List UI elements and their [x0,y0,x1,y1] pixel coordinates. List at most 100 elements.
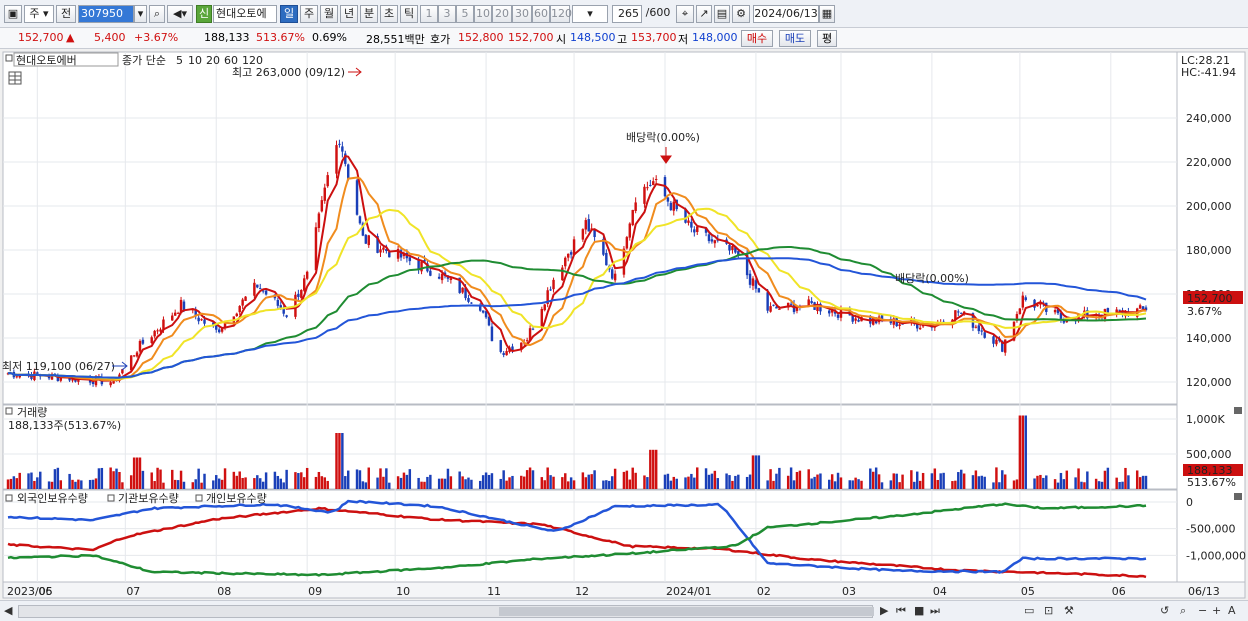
volume-bar [176,480,180,489]
chart-scrollbar[interactable] [18,605,874,618]
candle-body [305,271,309,279]
volume-bar [420,481,423,489]
draw-icon[interactable]: ↗ [696,5,712,23]
x-axis-tick: 04 [933,585,947,598]
volume-bar [959,469,963,489]
volume-bar [713,470,717,489]
period-tab-year[interactable]: 년 [340,5,358,23]
interval-5[interactable]: 5 [456,5,474,23]
open-price: 148,500 [570,31,616,44]
period-tab-day[interactable]: 일 [280,5,298,23]
volume-bar [572,480,576,489]
interval-custom-select[interactable]: ▾ [572,5,608,23]
volume-bar [1059,472,1063,489]
volume-bar [1018,415,1022,489]
reset-icon[interactable]: ↺ [1160,604,1169,617]
scroll-right-icon[interactable]: ▶ [880,604,888,617]
chart-area[interactable]: 120,000140,000160,000180,000200,000220,0… [0,50,1248,600]
volume-bar [18,472,21,489]
volume-bar [860,480,863,489]
volume-bar [367,467,370,489]
count-input[interactable]: 265 [612,5,642,23]
volume-bar [1033,478,1036,489]
interval-3[interactable]: 3 [438,5,456,23]
layout-icon[interactable]: ▣ [4,5,22,23]
volume-bar [1012,480,1016,489]
volume-bar [376,477,379,489]
interval-20[interactable]: 20 [492,5,512,23]
font-size-icon[interactable]: A [1228,604,1236,617]
stock-code-input[interactable]: 307950 [78,5,134,23]
date-input[interactable]: 2024/06/13 [753,5,819,23]
volume-bar [652,449,655,489]
tools-icon[interactable]: ⚒ [1064,604,1074,617]
scroll-left-icon[interactable]: ◀ [4,604,12,617]
zoom-out-icon[interactable]: − [1198,604,1207,617]
holders-y-tick: -1,000,000 [1186,549,1246,562]
calendar-icon[interactable]: ▦ [819,5,835,23]
zoom-box-icon[interactable]: ⊡ [1044,604,1053,617]
interval-30[interactable]: 30 [512,5,532,23]
volume-bar [182,481,186,489]
candle-body [980,330,983,332]
volume-bar [942,472,945,489]
zoom-icon[interactable]: ⌕ [1180,604,1186,618]
zoom-in-icon[interactable]: + [1212,604,1221,617]
volume-bar [874,467,878,489]
volume-bar [566,481,570,489]
volume-bar [408,469,412,489]
interval-60[interactable]: 60 [532,5,550,23]
holders-panel-close-icon[interactable] [1234,493,1242,500]
buy-button[interactable]: 매수 [741,30,773,47]
period-tab-minute[interactable]: 분 [360,5,378,23]
candle-body [654,178,658,180]
sell-button[interactable]: 매도 [779,30,811,47]
volume-bar [992,482,995,489]
candle-body [634,202,637,211]
candle-body [150,337,153,343]
volume-bar [74,481,77,489]
period-tab-second[interactable]: 초 [380,5,398,23]
candle-body [731,246,734,251]
volume-bar [490,473,494,489]
period-type-select[interactable]: 주 ▾ [24,5,54,23]
eval-button[interactable]: 평 [817,30,837,47]
volume-panel-close-icon[interactable] [1234,407,1242,414]
candle-body [795,308,799,311]
gear-icon[interactable]: ⚙ [732,5,750,23]
period-tab-tick[interactable]: 틱 [400,5,418,23]
interval-10[interactable]: 10 [474,5,492,23]
search-icon[interactable]: ⌕ [149,5,165,23]
volume-bar [1062,479,1066,489]
trade-amount: 28,551백만 [366,33,425,46]
period-tab-week[interactable]: 주 [300,5,318,23]
prev-button[interactable]: 전 [56,5,76,23]
stop-icon[interactable]: ■ [914,604,924,617]
speaker-icon[interactable]: ◀▾ [167,5,193,23]
volume-bar [828,479,831,489]
interval-1[interactable]: 1 [420,5,438,23]
candle-body [564,257,567,267]
go-first-icon[interactable]: ⏮ [896,604,906,618]
crosshair-icon[interactable]: ⌖ [676,5,694,23]
go-last-icon[interactable]: ⏭ [930,604,940,618]
volume-bar [1115,477,1118,489]
low-label: 저 [678,33,689,46]
code-dropdown-icon[interactable]: ▾ [134,5,147,23]
save-icon[interactable]: ▤ [714,5,730,23]
candle-body [15,376,19,378]
new-badge[interactable]: 신 [196,5,212,23]
volume-bar [256,475,259,489]
candle-body [132,355,136,357]
volume-bar [663,474,667,489]
volume-bar [33,480,36,489]
interval-120[interactable]: 120 [550,5,572,23]
pan-icon[interactable]: ▭ [1024,604,1034,617]
scrollbar-thumb[interactable] [499,607,874,616]
x-axis-tick: 05 [1021,585,1035,598]
stock-name-field[interactable]: 현대오토에 [213,5,277,23]
volume-bar [458,471,461,489]
candle-body [693,229,696,233]
volume-bar [1138,477,1142,489]
period-tab-month[interactable]: 월 [320,5,338,23]
